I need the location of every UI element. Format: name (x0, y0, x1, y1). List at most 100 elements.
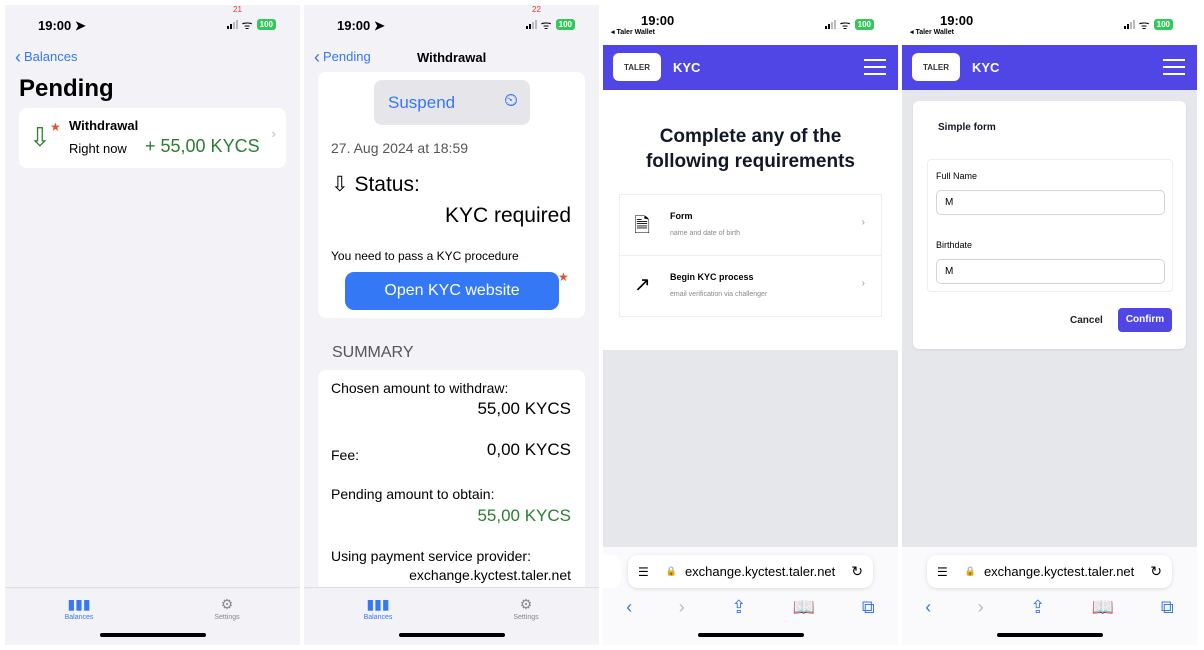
arrow-down-icon: ⇩ (29, 122, 51, 152)
forward-icon[interactable]: › (978, 597, 984, 618)
screen-pending-list: 21 19:00 ➤ ᯤ 100 ‹ Balances Pending ⇩ ★ Wi… (5, 5, 300, 645)
signal-icon (525, 20, 537, 29)
lock-icon: 🔒 (964, 566, 976, 576)
birthdate-input[interactable]: M (936, 259, 1165, 284)
taler-logo[interactable]: TALER (613, 53, 661, 81)
signal-icon (1123, 20, 1135, 29)
tabs-icon[interactable]: ⧉ (862, 597, 875, 618)
status-time: 19:00 (940, 13, 974, 28)
chart-bars-icon: ▮▮▮ (366, 596, 390, 612)
forward-icon[interactable]: › (679, 597, 685, 618)
back-icon[interactable]: ‹ (626, 597, 632, 618)
signal-icon (824, 20, 836, 29)
field-label-birthdate: Birthdate (936, 240, 973, 250)
back-icon[interactable]: ‹ (925, 597, 931, 618)
bookmarks-icon[interactable]: 📖 (793, 597, 815, 618)
tab-balances[interactable]: ▮▮▮ Balances (348, 596, 408, 621)
back-button[interactable]: ‹ Pending (314, 46, 371, 67)
tab-bar: ▮▮▮ Balances ⚙ Settings (5, 587, 300, 645)
chevron-right-icon: › (861, 278, 865, 289)
tab-settings[interactable]: ⚙ Settings (197, 596, 257, 621)
confirm-button[interactable]: Confirm (1118, 308, 1172, 332)
requirement-kyc-process[interactable]: ↗ Begin KYC process email verification v… (620, 256, 881, 317)
screen-kyc-form: 19:00 ◂ Taler Wallet ᯤ 100 TALER KYC Simp… (902, 5, 1197, 645)
safari-toolbar: ☰ 🔒 exchange.kyctest.taler.net ↻ ‹ › ⇪ 📖 ⧉ (902, 547, 1197, 645)
chevron-left-icon: ‹ (314, 46, 320, 67)
provider-value: exchange.kyctest.taler.net (409, 567, 571, 583)
tab-settings[interactable]: ⚙ Settings (496, 596, 556, 621)
safari-toolbar: ☰ 🔒 exchange.kyctest.taler.net ↻ ‹ › ⇪ 📖 ⧉ (603, 547, 898, 645)
bookmarks-icon[interactable]: 📖 (1092, 597, 1114, 618)
wifi-icon: ᯤ (540, 17, 552, 32)
field-label-full-name: Full Name (936, 171, 978, 181)
chosen-value: 55,00 KYCS (477, 399, 571, 418)
tab-balances[interactable]: ▮▮▮ Balances (49, 596, 109, 621)
summary-header: SUMMARY (332, 344, 414, 361)
taler-logo[interactable]: TALER (912, 53, 960, 81)
fee-label: Fee: (331, 447, 360, 463)
signal-icon (226, 20, 238, 29)
status-value: KYC required (444, 204, 571, 227)
external-link-icon: ↗ (634, 274, 651, 296)
status-time: 19:00 ➤ (337, 18, 385, 33)
battery-icon: 100 (854, 19, 874, 30)
back-to-app[interactable]: ◂ Taler Wallet (611, 28, 655, 36)
status-bar: 19:00 ◂ Taler Wallet ᯤ 100 (603, 5, 898, 45)
status-bar: 19:00 ◂ Taler Wallet ᯤ 100 (902, 5, 1197, 45)
back-to-app[interactable]: ◂ Taler Wallet (910, 28, 954, 36)
address-bar[interactable]: ☰ 🔒 exchange.kyctest.taler.net ↻ (927, 555, 1172, 588)
back-button[interactable]: ‹ Balances (15, 46, 77, 67)
item-amount: + 55,00 KYCS (145, 136, 260, 156)
home-indicator (398, 633, 505, 637)
status-bar: 22 19:00 ➤ ᯤ 100 (304, 5, 599, 45)
battery-icon: 100 (256, 19, 276, 30)
share-icon[interactable]: ⇪ (1030, 597, 1045, 618)
chosen-label: Chosen amount to withdraw: (331, 380, 509, 396)
full-name-input[interactable]: M (936, 190, 1165, 215)
settings-icon: ⚙ (220, 596, 234, 612)
battery-icon: 100 (1153, 19, 1173, 30)
pending-value: 55,00 KYCS (477, 506, 571, 525)
tab-bar: ▮▮▮ Balances ⚙ Settings (304, 587, 599, 645)
menu-icon[interactable] (864, 59, 886, 80)
pending-label: Pending amount to obtain: (331, 486, 495, 502)
wifi-icon: ᯤ (1138, 17, 1150, 32)
reader-icon[interactable]: ☰ (937, 565, 948, 579)
debug-badge: 22 (532, 5, 541, 14)
requirement-form[interactable]: 🗎 Form name and date of birth › (620, 195, 881, 256)
open-kyc-website-button[interactable]: Open KYC website (345, 272, 559, 310)
status-card: Suspend ⏲ 27. Aug 2024 at 18:59 ⇩ Status:… (318, 72, 585, 318)
pending-withdrawal-row[interactable]: ⇩ ★ Withdrawal Right now + 55,00 KYCS › (19, 108, 286, 168)
menu-icon[interactable] (1163, 59, 1185, 80)
reload-icon[interactable]: ↻ (1150, 563, 1162, 580)
home-indicator (996, 633, 1103, 637)
nav-title: Withdrawal (417, 50, 487, 65)
share-icon[interactable]: ⇪ (731, 597, 746, 618)
chevron-right-icon: › (271, 126, 276, 141)
provider-label: Using payment service provider: (331, 548, 531, 564)
settings-icon: ⚙ (519, 596, 533, 612)
transaction-date: 27. Aug 2024 at 18:59 (331, 140, 469, 156)
chevron-left-icon: ‹ (15, 46, 21, 67)
cancel-button[interactable]: Cancel (1070, 315, 1103, 326)
header-title: KYC (972, 60, 1000, 75)
reload-icon[interactable]: ↻ (851, 563, 863, 580)
clock-cancel-icon: ⏲ (503, 90, 518, 110)
reader-icon[interactable]: ☰ (638, 565, 649, 579)
form-card: Simple form Full Name M Birthdate M Canc… (913, 101, 1186, 349)
status-bar: 21 19:00 ➤ ᯤ 100 (5, 5, 300, 45)
kyc-note: You need to pass a KYC procedure (331, 249, 519, 263)
web-header: TALER KYC (902, 45, 1197, 90)
form-fields: Full Name M Birthdate M (927, 159, 1173, 292)
chevron-right-icon: › (861, 217, 865, 228)
home-indicator (99, 633, 206, 637)
tabs-icon[interactable]: ⧉ (1161, 597, 1174, 618)
requirements-heading: Complete any of the following requiremen… (645, 126, 856, 172)
item-title: Withdrawal (69, 118, 139, 133)
status-time: 19:00 ➤ (38, 18, 86, 33)
suspend-button[interactable]: Suspend ⏲ (374, 80, 530, 125)
address-bar[interactable]: ☰ 🔒 exchange.kyctest.taler.net ↻ (628, 555, 873, 588)
star-icon: ★ (50, 120, 61, 134)
form-title: Simple form (938, 122, 996, 133)
screen-kyc-requirements: 19:00 ◂ Taler Wallet ᯤ 100 TALER KYC Comp… (603, 5, 898, 645)
